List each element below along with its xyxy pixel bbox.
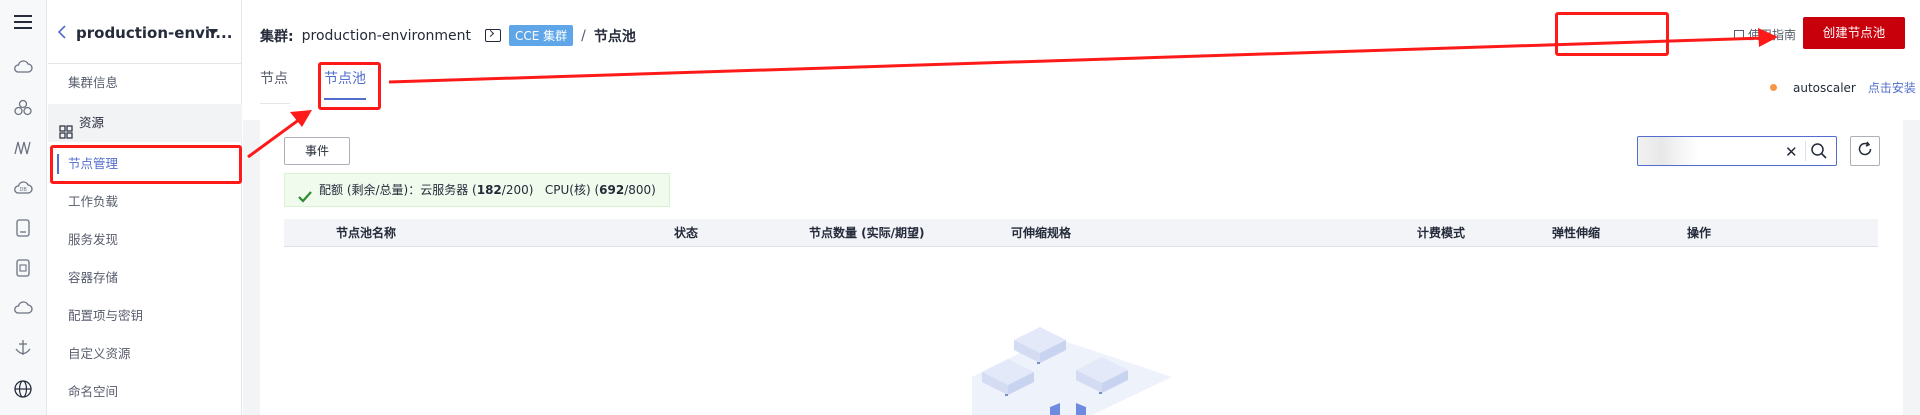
install-link[interactable]: 点击安装 (1868, 79, 1916, 96)
annotation-box-create-button (1555, 12, 1669, 56)
sidebar-item-label: 集群信息 (68, 75, 119, 90)
cpu-remaining: 692 (599, 183, 625, 197)
breadcrumb-cluster: production-environment (301, 27, 471, 44)
quota-prefix: 配额 (剩余/总量)：云服务器 ( (319, 183, 477, 197)
container-icon[interactable] (11, 256, 35, 280)
sidebar-group-resources[interactable]: 资源 (48, 104, 242, 142)
cpu-prefix: CPU(核) ( (544, 183, 600, 197)
column-header[interactable]: 节点池名称 (336, 219, 396, 247)
globe-icon[interactable] (11, 377, 35, 401)
empty-state-illustration (972, 307, 1172, 415)
anchor-icon[interactable] (11, 336, 35, 360)
column-header[interactable]: 弹性伸缩 (1552, 219, 1600, 247)
left-icon-rail: DB (0, 0, 47, 415)
guide-icon (1734, 29, 1744, 40)
autoscaler-status: autoscaler 点击安装 (1770, 79, 1916, 96)
column-header[interactable]: 可伸缩规格 (1011, 219, 1071, 247)
back-arrow-icon[interactable] (57, 25, 67, 43)
sidebar-item-label: 自定义资源 (68, 346, 131, 361)
search-input[interactable]: ✕ (1637, 136, 1837, 166)
page-title: 节点池 (593, 28, 636, 45)
refresh-icon (1857, 141, 1873, 161)
autoscaler-name: autoscaler (1793, 80, 1856, 95)
breadcrumb-label: 集群: (260, 28, 294, 45)
cluster-selector[interactable]: production-envir... (48, 0, 242, 64)
sidebar-group-label: 资源 (79, 115, 105, 130)
table-header: 节点池名称 状态 节点数量 (实际/期望) 可伸缩规格 计费模式 弹性伸缩 操作 (284, 219, 1878, 247)
check-icon (298, 183, 312, 215)
sidebar-item-label: 工作负载 (68, 194, 119, 209)
cpu-total: /800) (624, 183, 656, 197)
tab-divider (260, 103, 290, 104)
annotation-box-node-management (50, 145, 242, 184)
sidebar-item-label: 服务发现 (68, 232, 119, 247)
column-header[interactable]: 计费模式 (1417, 219, 1465, 247)
cloud-outline-icon[interactable] (11, 296, 35, 320)
sidebar-item-cluster-info[interactable]: 集群信息 (48, 64, 242, 102)
menu-icon[interactable] (11, 10, 35, 34)
sidebar-item-configmaps-secrets[interactable]: 配置项与密钥 (48, 297, 242, 335)
cloud-database-icon[interactable]: DB (11, 176, 35, 200)
clear-icon[interactable]: ✕ (1785, 143, 1798, 161)
grid-icon (59, 116, 73, 139)
ecs-remaining: 182 (476, 183, 502, 197)
sidebar-item-label: 配置项与密钥 (68, 308, 144, 323)
node-pool-panel: 事件 配额 (剩余/总量)：云服务器 (182/200) CPU(核) (692… (260, 117, 1903, 415)
app-root: DB production-envir... 集群信息 资源 节点管理 工作负载… (0, 0, 1920, 415)
storage-icon[interactable] (11, 216, 35, 240)
sidebar: production-envir... 集群信息 资源 节点管理 工作负载 服务… (48, 0, 242, 415)
events-button[interactable]: 事件 (284, 137, 350, 165)
terminal-icon[interactable] (485, 29, 501, 42)
sidebar-item-workloads[interactable]: 工作负载 (48, 183, 242, 221)
sidebar-item-label: 命名空间 (68, 384, 119, 399)
breadcrumb-separator: / (581, 27, 586, 44)
create-node-pool-button[interactable]: 创建节点池 (1803, 17, 1905, 49)
cluster-type-badge: CCE 集群 (509, 25, 574, 46)
search-divider (1805, 141, 1806, 161)
sidebar-item-service-discovery[interactable]: 服务发现 (48, 221, 242, 259)
cluster-icon[interactable] (11, 96, 35, 120)
usage-guide-label: 使用指南 (1748, 28, 1797, 42)
sidebar-item-custom-resources[interactable]: 自定义资源 (48, 335, 242, 373)
refresh-button[interactable] (1850, 136, 1880, 166)
column-header[interactable]: 节点数量 (实际/期望) (809, 219, 925, 247)
ecs-total: /200) (501, 183, 534, 197)
column-header[interactable]: 状态 (674, 219, 698, 247)
sidebar-item-label: 容器存储 (68, 270, 119, 285)
status-dot-icon (1770, 84, 1777, 91)
breadcrumb: 集群: production-environment CCE 集群 / 节点池 (260, 25, 636, 46)
sidebar-item-namespaces[interactable]: 命名空间 (48, 373, 242, 411)
network-icon[interactable] (11, 136, 35, 160)
column-header[interactable]: 操作 (1687, 219, 1711, 247)
main-content: 集群: production-environment CCE 集群 / 节点池 … (243, 0, 1920, 415)
cloud-icon[interactable] (11, 55, 35, 79)
usage-guide-link[interactable]: 使用指南 (1734, 26, 1796, 43)
annotation-box-node-pool-tab (318, 62, 381, 110)
search-icon[interactable] (1810, 142, 1828, 164)
tab-nodes[interactable]: 节点 (260, 68, 288, 104)
sidebar-item-container-storage[interactable]: 容器存储 (48, 259, 242, 297)
tab-label: 节点 (260, 71, 288, 87)
quota-notice: 配额 (剩余/总量)：云服务器 (182/200) CPU(核) (692/80… (284, 173, 670, 207)
chevron-down-icon[interactable] (208, 29, 218, 35)
svg-text:DB: DB (20, 187, 28, 193)
